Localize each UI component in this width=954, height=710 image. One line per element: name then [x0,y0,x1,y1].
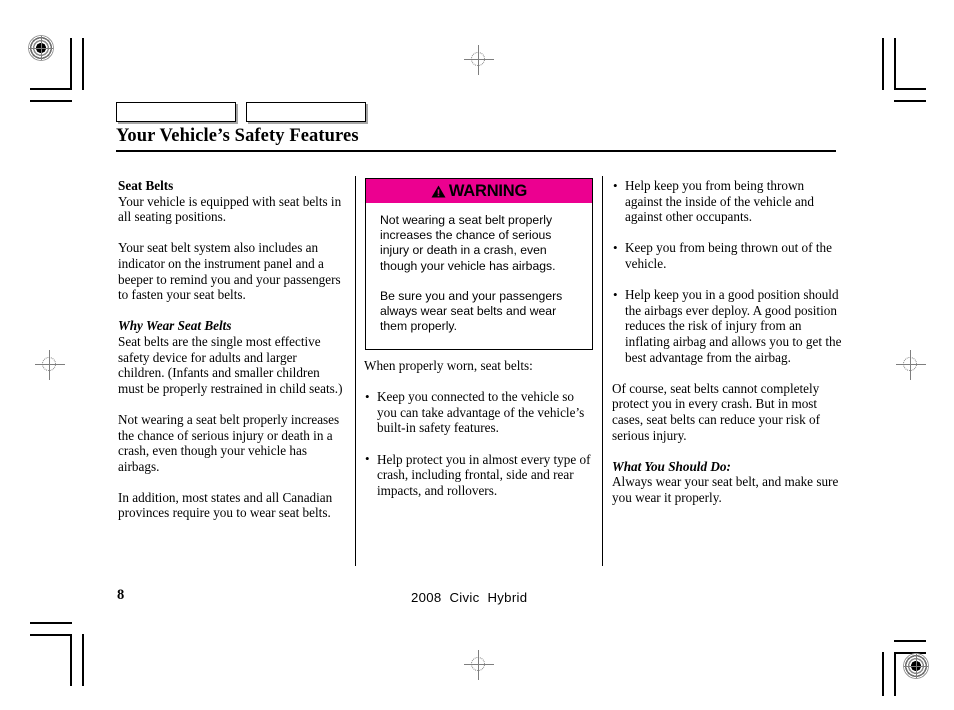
crop-mark-top-right-horizontal-outer [894,100,926,102]
list-item: Keep you connected to the vehicle so you… [364,389,594,436]
list-item: Help keep you from being thrown against … [612,178,844,225]
crop-mark-bottom-left-horizontal [30,634,72,636]
registration-target-bottom-right [903,653,929,679]
crop-mark-bottom-left-horizontal-outer [30,622,72,624]
crop-mark-top-right-horizontal [894,88,926,90]
registration-target-top-left [28,35,54,61]
crosshair-horizontal [896,364,926,365]
header-tab-left[interactable] [116,102,236,122]
crosshair-horizontal [464,664,494,665]
column-divider-right [602,176,603,566]
warning-triangle-icon [431,185,446,198]
left-column-paragraph-2: Your seat belt system also includes an i… [118,240,341,303]
page-number: 8 [117,587,125,603]
header-tab-right[interactable] [246,102,366,122]
crosshair-vertical [478,45,479,75]
crosshair-horizontal [35,364,65,365]
crop-mark-top-right-vertical [894,38,896,90]
crop-mark-bottom-right-vertical-outer [882,652,884,696]
warning-banner: WARNING [366,179,592,203]
left-column-paragraph-3: Seat belts are the single most effective… [118,333,343,396]
middle-column: When properly worn, seat belts: Keep you… [364,358,594,498]
middle-column-bullet-list: Keep you connected to the vehicle so you… [364,389,594,498]
crop-mark-bottom-left-vertical [70,634,72,686]
crop-mark-top-left-vertical-outer [82,38,84,90]
right-column: Help keep you from being thrown against … [612,178,844,505]
registration-crosshair-top-center [464,45,494,75]
middle-column-lead-in: When properly worn, seat belts: [364,358,533,373]
crop-mark-top-left-vertical [70,38,72,90]
right-column-bullet-list: Help keep you from being thrown against … [612,178,844,365]
right-column-paragraph-2: Always wear your seat belt, and make sur… [612,474,839,505]
registration-crosshair-left-middle [35,350,65,380]
right-column-paragraph-1: Of course, seat belts cannot completely … [612,380,820,443]
list-item: Keep you from being thrown out of the ve… [612,240,844,271]
left-column-paragraph-5: In addition, most states and all Canadia… [118,489,333,521]
crop-mark-bottom-right-horizontal-outer [894,640,926,642]
left-column-heading: Seat Belts [118,178,174,193]
warning-paragraph-1: Not wearing a seat belt properly increas… [380,213,556,273]
crosshair-vertical [478,650,479,680]
crop-mark-top-right-vertical-outer [882,38,884,90]
crop-mark-top-left-horizontal [30,88,72,90]
footer-model-label: 2008 Civic Hybrid [411,590,528,605]
left-column-paragraph-1: Your vehicle is equipped with seat belts… [118,193,342,225]
warning-box: WARNING Not wearing a seat belt properly… [365,178,593,350]
left-column-subheading: Why Wear Seat Belts [118,318,232,334]
page-title: Your Vehicle’s Safety Features [116,126,359,146]
warning-banner-label: WARNING [448,181,528,200]
left-column: Seat Belts Your vehicle is equipped with… [118,178,346,521]
crop-mark-bottom-right-vertical [894,652,896,696]
warning-body: Not wearing a seat belt properly increas… [366,203,592,349]
crosshair-horizontal [464,59,494,60]
crosshair-vertical [910,350,911,380]
warning-paragraph-2: Be sure you and your passengers always w… [380,289,563,334]
crop-mark-bottom-left-vertical-outer [82,634,84,686]
right-column-subheading: What You Should Do: [612,458,731,474]
crop-mark-top-left-horizontal-outer [30,100,72,102]
crosshair-vertical [49,350,50,380]
left-column-paragraph-4: Not wearing a seat belt properly increas… [118,411,340,474]
list-item: Help protect you in almost every type of… [364,451,594,499]
list-item: Help keep you in a good position should … [612,287,844,365]
registration-crosshair-right-middle [896,350,926,380]
title-underline-rule [116,150,836,152]
column-divider-left [355,176,356,566]
registration-crosshair-bottom-center [464,650,494,680]
